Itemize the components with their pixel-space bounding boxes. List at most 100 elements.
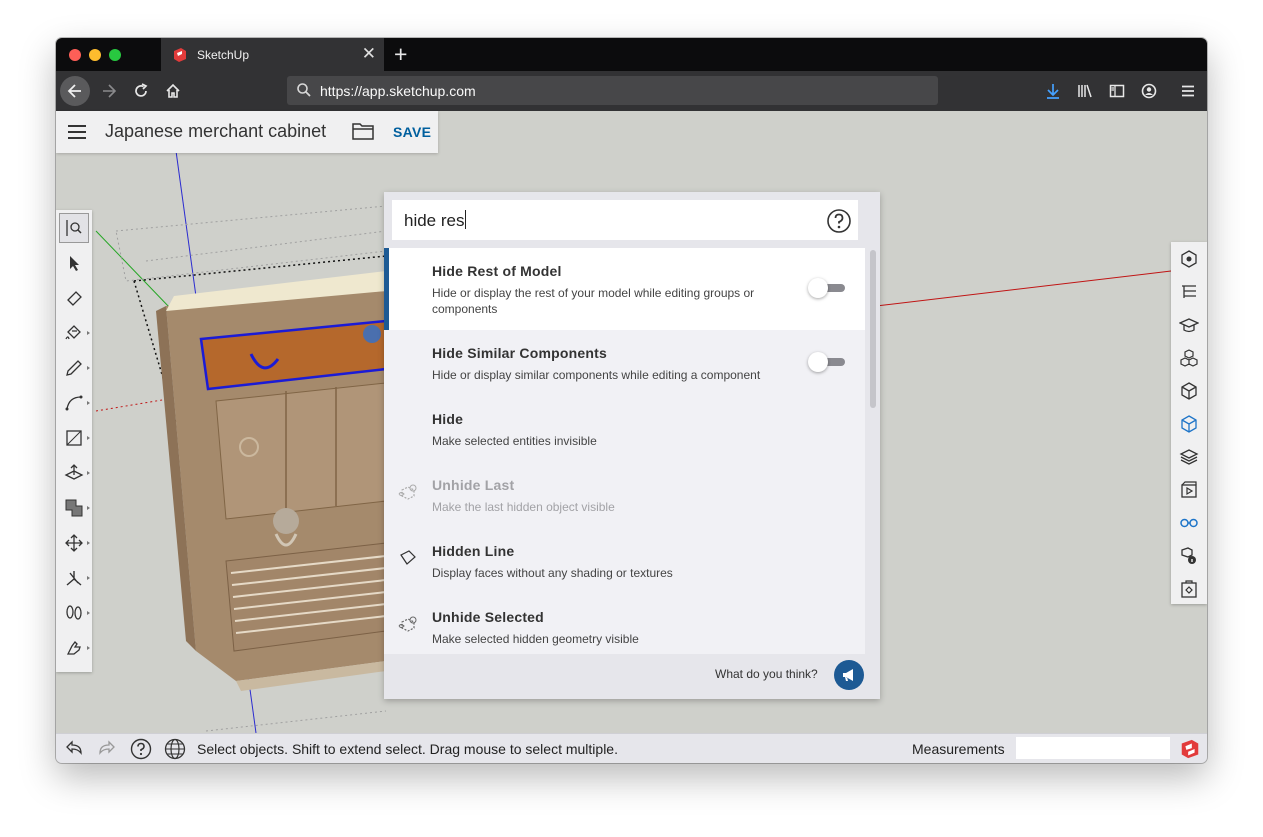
result-unhide-selected[interactable]: Unhide Selected Make selected hidden geo… bbox=[384, 594, 865, 654]
help-icon[interactable] bbox=[826, 208, 852, 239]
outliner-button[interactable] bbox=[1175, 278, 1203, 306]
close-window-button[interactable] bbox=[69, 49, 81, 61]
model-info-icon bbox=[1181, 547, 1196, 564]
result-description: Display faces without any shading or tex… bbox=[432, 566, 673, 580]
materials-button[interactable] bbox=[1175, 377, 1203, 405]
result-unhide-last[interactable]: Unhide Last Make the last hidden object … bbox=[384, 462, 865, 528]
forward-arrow-icon bbox=[103, 84, 117, 98]
result-description: Make selected entities invisible bbox=[432, 434, 597, 448]
result-description: Make the last hidden object visible bbox=[432, 500, 615, 514]
minimize-window-button[interactable] bbox=[89, 49, 101, 61]
browser-window: SketchUp ✕ + https://app.sketchup.com Ja… bbox=[56, 38, 1207, 763]
undo-button[interactable] bbox=[63, 738, 85, 760]
search-input[interactable]: hide res bbox=[392, 200, 858, 240]
styles-icon bbox=[1181, 415, 1197, 433]
search-query-text: hide res bbox=[404, 211, 465, 230]
open-folder-icon[interactable] bbox=[351, 120, 377, 147]
styles-button[interactable] bbox=[1175, 410, 1203, 438]
hidden-line-icon bbox=[398, 548, 418, 573]
layers-icon bbox=[1179, 449, 1199, 465]
tab-sketchup[interactable]: SketchUp ✕ bbox=[161, 38, 384, 71]
line-tool-button[interactable] bbox=[59, 353, 90, 383]
paint-tool-button[interactable] bbox=[59, 318, 90, 348]
select-arrow-icon bbox=[70, 256, 79, 271]
model-info-button[interactable] bbox=[1175, 542, 1203, 570]
back-arrow-icon bbox=[67, 84, 81, 98]
search-icon bbox=[297, 83, 311, 97]
entity-info-icon bbox=[1181, 250, 1197, 268]
menu-button[interactable] bbox=[1173, 76, 1203, 106]
scrollbar-thumb[interactable] bbox=[870, 250, 876, 408]
move-tool-button[interactable] bbox=[59, 528, 90, 558]
sidebar-button[interactable] bbox=[1102, 76, 1132, 106]
rectangle-tool-button[interactable] bbox=[59, 423, 90, 453]
maximize-window-button[interactable] bbox=[109, 49, 121, 61]
back-button[interactable] bbox=[60, 76, 90, 106]
undo-icon bbox=[66, 740, 82, 755]
reload-button[interactable] bbox=[126, 76, 156, 106]
unhide-icon bbox=[398, 480, 420, 507]
results-scrollbar[interactable] bbox=[868, 248, 878, 654]
paint-bucket-icon bbox=[65, 325, 81, 340]
save-button[interactable]: SAVE bbox=[393, 124, 431, 140]
home-button[interactable] bbox=[158, 76, 188, 106]
result-hidden-line[interactable]: Hidden Line Display faces without any sh… bbox=[384, 528, 865, 594]
offset-icon bbox=[65, 499, 83, 517]
result-hide-rest-of-model[interactable]: Hide Rest of Model Hide or display the r… bbox=[384, 248, 865, 330]
result-description: Hide or display the rest of your model w… bbox=[432, 286, 755, 316]
search-tool-button[interactable] bbox=[59, 213, 89, 243]
push-pull-tool-button[interactable] bbox=[59, 458, 90, 488]
result-title: Hide bbox=[432, 411, 464, 427]
select-tool-button[interactable] bbox=[59, 248, 89, 278]
status-hint-text: Select objects. Shift to extend select. … bbox=[197, 741, 618, 757]
downloads-button[interactable] bbox=[1038, 76, 1068, 106]
model-name[interactable]: Japanese merchant cabinet bbox=[105, 121, 326, 142]
arc-icon bbox=[65, 395, 83, 411]
offset-tool-button[interactable] bbox=[59, 493, 90, 523]
right-panel-toolbar bbox=[1171, 242, 1207, 604]
help-button[interactable] bbox=[130, 738, 152, 760]
push-pull-icon bbox=[64, 464, 84, 480]
result-hide-similar-components[interactable]: Hide Similar Components Hide or display … bbox=[384, 330, 865, 396]
hide-rest-toggle[interactable] bbox=[808, 278, 846, 298]
result-hide[interactable]: Hide Make selected entities invisible bbox=[384, 396, 865, 462]
eraser-tool-button[interactable] bbox=[59, 283, 89, 313]
scenes-button[interactable] bbox=[1175, 476, 1203, 504]
result-title: Hide Similar Components bbox=[432, 345, 607, 361]
language-button[interactable] bbox=[164, 738, 186, 760]
feedback-button[interactable] bbox=[834, 660, 864, 690]
display-button[interactable] bbox=[1175, 509, 1203, 537]
result-description: Make selected hidden geometry visible bbox=[432, 632, 639, 646]
measurements-label: Measurements bbox=[912, 741, 1005, 757]
main-menu-icon[interactable] bbox=[66, 122, 88, 147]
redo-icon bbox=[99, 740, 115, 755]
entity-info-button[interactable] bbox=[1175, 245, 1203, 273]
reload-icon bbox=[135, 83, 148, 97]
new-tab-icon[interactable]: + bbox=[394, 41, 407, 68]
megaphone-icon bbox=[843, 669, 853, 681]
pan-tool-button[interactable] bbox=[59, 633, 90, 663]
redo-button[interactable] bbox=[96, 738, 118, 760]
components-icon bbox=[1180, 349, 1198, 367]
url-bar[interactable]: https://app.sketchup.com bbox=[287, 76, 938, 105]
account-button[interactable] bbox=[1134, 76, 1164, 106]
components-button[interactable] bbox=[1175, 344, 1203, 372]
forward-button[interactable] bbox=[94, 76, 124, 106]
hand-icon bbox=[66, 641, 81, 655]
result-title: Hidden Line bbox=[432, 543, 515, 559]
status-bar: Select objects. Shift to extend select. … bbox=[56, 733, 1207, 763]
layers-button[interactable] bbox=[1175, 443, 1203, 471]
move-icon bbox=[65, 534, 83, 552]
text-caret bbox=[465, 210, 467, 229]
hide-similar-toggle[interactable] bbox=[808, 352, 846, 372]
result-description: Hide or display similar components while… bbox=[432, 368, 761, 382]
walk-tool-button[interactable] bbox=[59, 598, 90, 628]
axes-tool-button[interactable] bbox=[59, 563, 90, 593]
export-button[interactable] bbox=[1175, 575, 1203, 603]
instructor-button[interactable] bbox=[1175, 311, 1203, 339]
close-tab-icon[interactable]: ✕ bbox=[362, 44, 376, 64]
rectangle-icon bbox=[66, 430, 82, 446]
library-button[interactable] bbox=[1070, 76, 1100, 106]
arc-tool-button[interactable] bbox=[59, 388, 90, 418]
measurements-input[interactable] bbox=[1016, 737, 1170, 759]
